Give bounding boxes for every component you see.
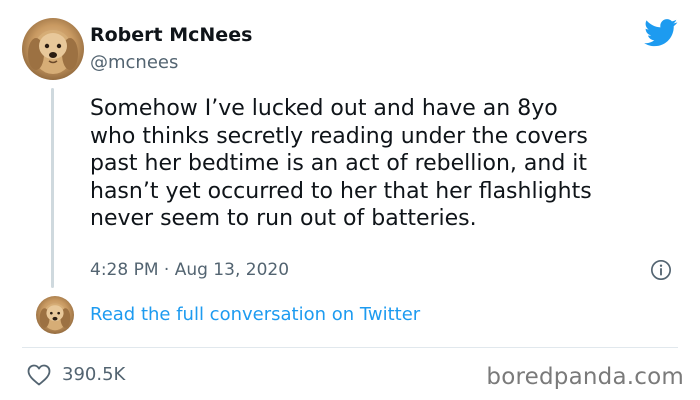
- tweet-text: Somehow I’ve lucked out and have an 8yo …: [90, 95, 690, 233]
- info-icon[interactable]: [650, 259, 672, 281]
- heart-icon[interactable]: [27, 364, 51, 386]
- thread-connector-line: [51, 88, 54, 288]
- like-count[interactable]: 390.5K: [62, 364, 125, 385]
- twitter-bird-icon[interactable]: [644, 19, 678, 47]
- dog-avatar-image: [28, 30, 78, 74]
- tweet-line: who thinks secretly reading under the co…: [90, 123, 588, 149]
- boredpanda-watermark: boredpanda.com: [486, 364, 684, 390]
- divider: [22, 347, 678, 348]
- dog-avatar-image: [39, 303, 71, 331]
- read-conversation-link[interactable]: Read the full conversation on Twitter: [90, 304, 420, 325]
- author-handle[interactable]: @mcnees: [90, 52, 178, 73]
- tweet-line: past her bedtime is an act of rebellion,…: [90, 151, 588, 176]
- tweet-line: hasn’t yet occurred to her that her flas…: [90, 178, 592, 204]
- conversation-avatar[interactable]: [36, 296, 74, 334]
- tweet-timestamp[interactable]: 4:28 PM · Aug 13, 2020: [90, 260, 289, 280]
- tweet-line: never seem to run out of batteries.: [90, 206, 477, 231]
- author-name[interactable]: Robert McNees: [90, 24, 252, 46]
- tweet-line: Somehow I’ve lucked out and have an 8yo: [90, 96, 558, 121]
- author-avatar[interactable]: [22, 18, 84, 80]
